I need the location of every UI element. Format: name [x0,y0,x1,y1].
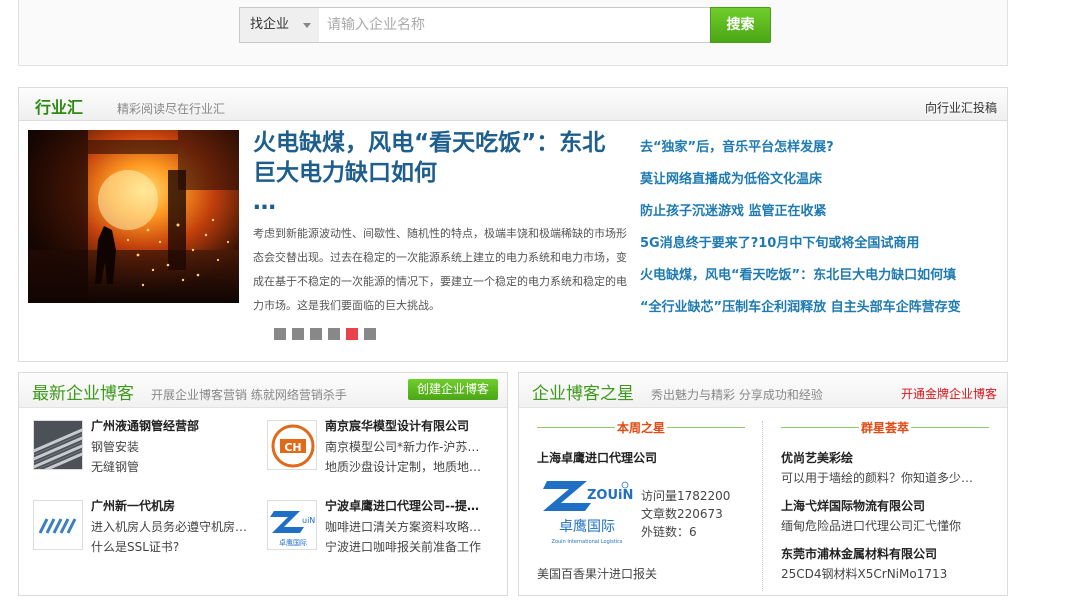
weekly-star-post-link[interactable]: 美国百香果汁进口报关 [537,565,657,582]
latest-blogs-title: 最新企业博客 [32,384,134,404]
blog-entry[interactable]: 广州新一代机房 进入机房人员务必遵守机房… 什么是SSL证书? [33,497,253,560]
weekly-outlinks: 外链数：6 [641,525,697,539]
blog-post-link[interactable]: 什么是SSL证书? [91,538,261,555]
headline-link[interactable]: 火电缺煤，风电“看天吃饭”：东北巨大电力缺口如何填 [640,262,1000,294]
stripes-logo [33,500,83,550]
carousel-dot[interactable] [274,328,286,340]
industry-headline-list: 去“独家”后，音乐平台怎样发展? 莫让网络直播成为低俗文化温床 防止孩子沉迷游戏… [640,134,1000,326]
ch-logo: CH [267,420,317,470]
blog-stars-panel: 企业博客之星 秀出魅力与精彩 分享成功和经验 开通金牌企业博客 本周之星 上海卓… [518,372,1008,596]
divider-line [667,427,745,428]
zouin-logo[interactable]: ZOUiN 卓鹰国际 Zouin International Logistics [541,477,633,547]
carousel-dot[interactable] [310,328,322,340]
create-blog-button[interactable]: 创建企业博客 [408,379,498,400]
group-star-post-link[interactable]: 缅甸危险品进口代理公司汇弋懂你 [781,517,961,534]
group-star-company[interactable]: 东莞市浦林金属材料有限公司 [781,545,937,562]
blog-company-name[interactable]: 宁波卓鹰进口代理公司--提… [325,497,479,514]
blog-stars-header: 企业博客之星 秀出魅力与精彩 分享成功和经验 开通金牌企业博客 [519,373,1007,408]
vertical-divider [762,421,763,591]
logo-en-text: Zouin International Logistics [552,539,623,545]
blog-post-link[interactable]: 进入机房人员务必遵守机房… [91,518,261,535]
weekly-star-heading: 本周之星 [617,421,666,435]
latest-blogs-panel: 最新企业博客 开展企业博客营销 练就网络营销杀手 创建企业博客 广州液通钢管经营… [18,372,508,596]
carousel-dot[interactable] [328,328,340,340]
svg-text:卓鹰国际: 卓鹰国际 [279,538,307,547]
carousel-dot[interactable] [292,328,304,340]
divider-line [781,427,859,428]
weekly-articles: 文章数220673 [641,507,723,521]
industry-section: 行业汇 精彩阅读尽在行业汇 向行业汇投稿 火电缺煤，风电“看天吃饭”：东北巨大电… [18,87,1008,362]
zouin-logo: uiN 卓鹰国际 [267,500,317,550]
svg-text:uiN: uiN [302,516,315,525]
hero-image[interactable] [28,130,239,303]
blog-entry[interactable]: CH 南京宸华模型设计有限公司 南京模型公司*新力作-沪苏… 地质沙盘设计定制，… [267,417,497,480]
hero-description: 考虑到新能源波动性、间歇性、随机性的特点，极端丰饶和极端稀缺的市场形态会交替出现… [253,227,627,312]
latest-blogs-subtitle: 开展企业博客营销 练就网络营销杀手 [151,388,347,402]
svg-text:CH: CH [284,441,301,454]
headline-link[interactable]: 去“独家”后，音乐平台怎样发展? [640,134,1000,166]
logo-cn-text: 卓鹰国际 [559,519,615,535]
submit-article-link[interactable]: 向行业汇投稿 [925,99,997,116]
search-button[interactable]: 搜索 [710,7,771,43]
blog-entry[interactable]: uiN 卓鹰国际 宁波卓鹰进口代理公司--提… 咖啡进口清关方案资料攻略… 宁波… [267,497,497,560]
group-star-company[interactable]: 优尚艺美彩绘 [781,449,853,466]
headline-link[interactable]: 莫让网络直播成为低俗文化温床 [640,166,1000,198]
blog-post-link[interactable]: 钢管安装 [91,438,139,455]
blog-company-name[interactable]: 广州新一代机房 [91,497,175,514]
weekly-star-company[interactable]: 上海卓鹰进口代理公司 [537,449,657,466]
group-star-post-link[interactable]: 25CD4钢材料X5CrNiMo1713 [781,565,947,582]
headline-link[interactable]: “全行业缺芯”压制车企利润释放 自主头部车企阵营存变 [640,294,1000,326]
industry-title: 行业汇 [35,98,84,117]
hero-headline-ellipsis: … [253,189,276,215]
steel-pipes-image [33,420,83,470]
industry-header: 行业汇 精彩阅读尽在行业汇 向行业汇投稿 [19,88,1007,121]
blog-stars-subtitle: 秀出魅力与精彩 分享成功和经验 [651,388,823,402]
headline-link[interactable]: 防止孩子沉迷游戏 监管正在收紧 [640,198,1000,230]
blog-company-name[interactable]: 南京宸华模型设计有限公司 [325,417,469,434]
blog-post-link[interactable]: 地质沙盘设计定制，地质地… [325,458,495,475]
blog-post-link[interactable]: 宁波进口咖啡报关前准备工作 [325,538,495,555]
headline-link[interactable]: 5G消息终于要来了?10月中下旬或将全国试商用 [640,230,1000,262]
group-star-post-link[interactable]: 可以用于墙绘的颜料？你知道多少… [781,469,973,486]
carousel-dots [274,328,376,340]
search-input[interactable] [319,7,711,43]
blog-stars-title: 企业博客之星 [532,384,634,404]
gold-blog-link[interactable]: 开通金牌企业博客 [901,385,997,402]
blog-post-link[interactable]: 咖啡进口清关方案资料攻略… [325,518,495,535]
industry-subtitle: 精彩阅读尽在行业汇 [117,102,226,116]
divider-line [911,427,989,428]
blog-entry[interactable]: 广州液通钢管经营部 钢管安装 无缝钢管 [33,417,253,480]
search-type-value: 找企业 [250,17,290,32]
blog-company-name[interactable]: 广州液通钢管经营部 [91,417,199,434]
divider-line [537,427,615,428]
latest-blogs-header: 最新企业博客 开展企业博客营销 练就网络营销杀手 创建企业博客 [19,373,507,408]
search-type-select[interactable]: 找企业 [239,7,320,43]
carousel-dot[interactable] [346,328,358,340]
hero-headline[interactable]: 火电缺煤，风电“看天吃饭”：东北巨大电力缺口如何 [253,128,623,188]
logo-brand-text: ZOUiN [587,488,633,503]
blog-post-link[interactable]: 南京模型公司*新力作-沪苏… [325,438,495,455]
furnace-photo [28,130,239,303]
weekly-visits: 访问量1782200 [641,489,731,503]
carousel-dot[interactable] [364,328,376,340]
blog-post-link[interactable]: 无缝钢管 [91,458,139,475]
group-star-company[interactable]: 上海弋烊国际物流有限公司 [781,497,925,514]
group-stars-heading: 群星荟萃 [861,421,910,435]
chevron-down-icon [303,23,311,28]
